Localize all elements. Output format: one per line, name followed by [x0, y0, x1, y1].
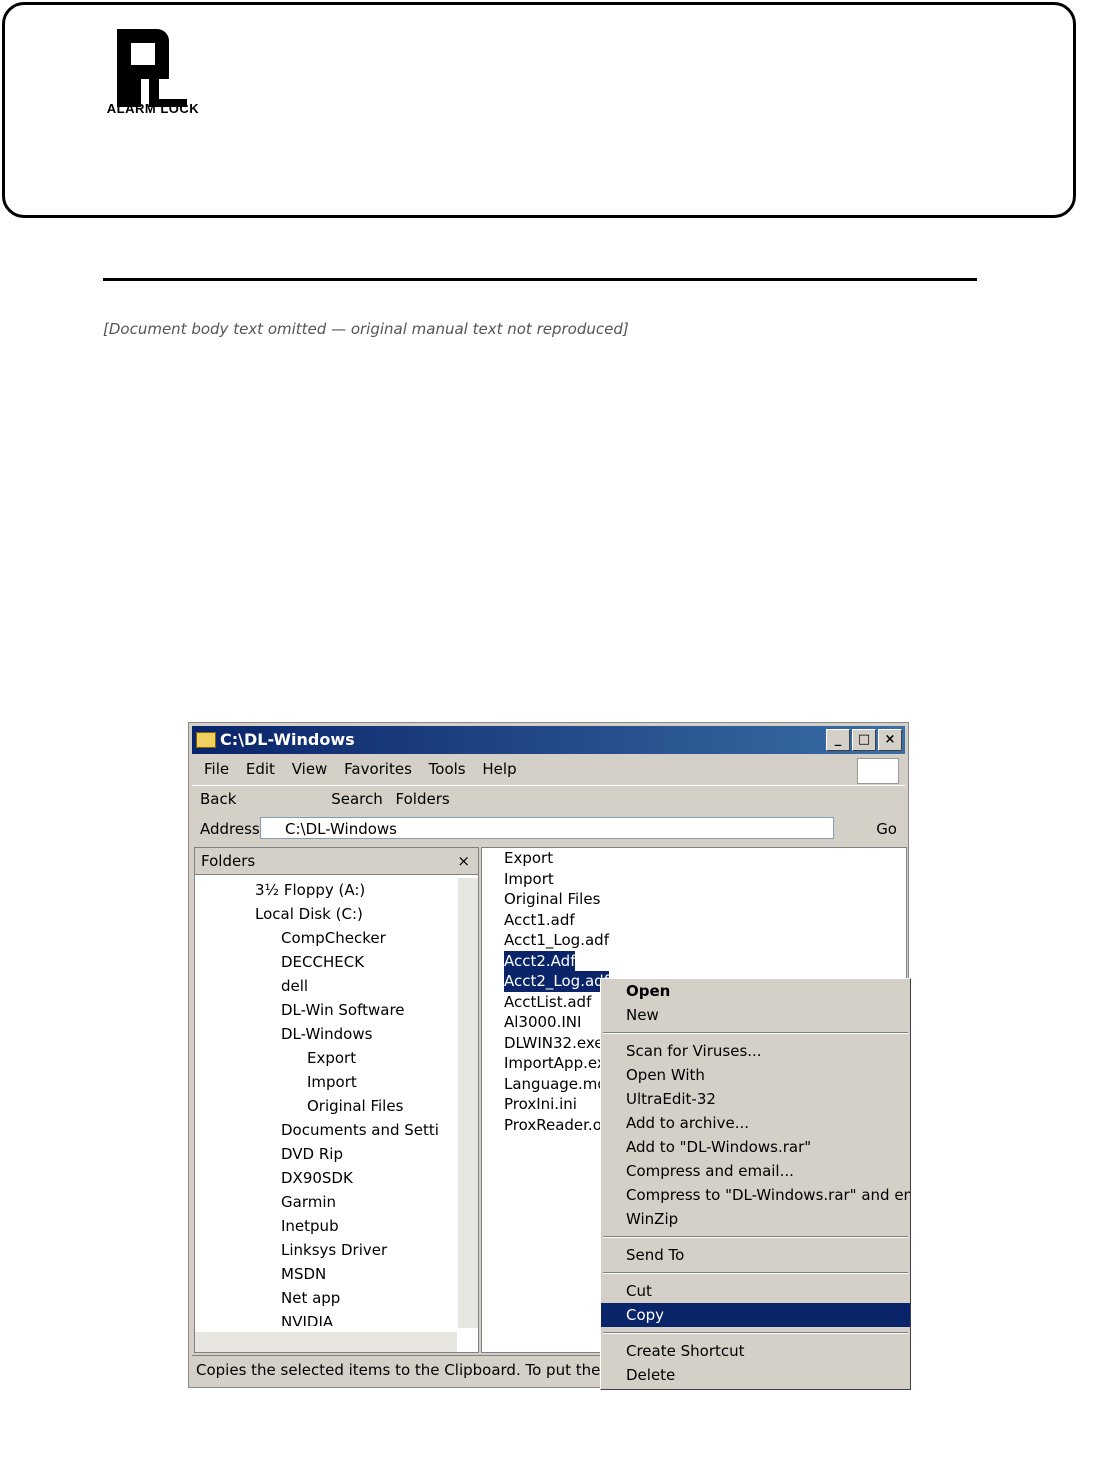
menu-item-copy[interactable]: Copy	[601, 1303, 910, 1327]
folder-tree: 3½ Floppy (A:) Local Disk (C:) CompCheck…	[195, 878, 457, 1326]
context-menu: Open New Scan for Viruses... Open With U…	[600, 978, 911, 1390]
menu-edit[interactable]: Edit	[246, 760, 275, 778]
menu-item-open[interactable]: Open	[601, 979, 910, 1003]
tree-item[interactable]: Export	[195, 1046, 457, 1070]
list-item[interactable]: Acct1_Log.adf	[482, 930, 906, 951]
tree-item[interactable]: dell	[195, 974, 457, 998]
menu-item-create-shortcut[interactable]: Create Shortcut	[601, 1339, 910, 1363]
close-button[interactable]: ×	[878, 729, 902, 751]
tree-item[interactable]: DVD Rip	[195, 1142, 457, 1166]
maximize-button[interactable]: □	[852, 729, 876, 751]
vertical-scrollbar[interactable]	[458, 878, 478, 1328]
menu-item-add-archive[interactable]: Add to archive...	[601, 1111, 910, 1135]
windows-logo-icon	[857, 758, 899, 784]
address-label: Address	[200, 820, 260, 838]
tree-item[interactable]: 3½ Floppy (A:)	[195, 878, 457, 902]
tree-item[interactable]: DL-Win Software	[195, 998, 457, 1022]
menu-item-send-to[interactable]: Send To	[601, 1243, 910, 1267]
address-input[interactable]: C:\DL-Windows	[260, 817, 834, 839]
menu-separator	[603, 1236, 908, 1238]
list-item-selected[interactable]: Acct2.Adf	[482, 950, 906, 971]
menu-file[interactable]: File	[204, 760, 229, 778]
menu-bar: File Edit View Favorites Tools Help	[192, 756, 905, 784]
horizontal-scrollbar[interactable]	[195, 1332, 457, 1352]
window-title: C:\DL-Windows	[220, 730, 355, 749]
menu-favorites[interactable]: Favorites	[344, 760, 412, 778]
logo-wordmark: ALARM LOCK	[106, 101, 200, 116]
tree-item[interactable]: Import	[195, 1070, 457, 1094]
menu-item-compress-rar-email[interactable]: Compress to "DL-Windows.rar" and ema	[601, 1183, 910, 1207]
menu-item-compress-email[interactable]: Compress and email...	[601, 1159, 910, 1183]
list-item[interactable]: Export	[482, 848, 906, 869]
tree-item[interactable]: Linksys Driver	[195, 1238, 457, 1262]
back-button[interactable]: Back	[200, 790, 236, 808]
folders-pane: Folders × 3½ Floppy (A:) Local Disk (C:) …	[194, 847, 479, 1353]
menu-view[interactable]: View	[292, 760, 328, 778]
close-icon[interactable]: ×	[457, 848, 470, 874]
list-item[interactable]: Import	[482, 869, 906, 890]
document-text-placeholder: [Document body text omitted — original m…	[103, 320, 629, 338]
menu-item-delete[interactable]: Delete	[601, 1363, 910, 1387]
tree-item[interactable]: CompChecker	[195, 926, 457, 950]
menu-help[interactable]: Help	[482, 760, 516, 778]
address-bar: Address C:\DL-Windows Go	[192, 815, 905, 843]
folders-pane-title: Folders	[201, 852, 256, 870]
menu-item-open-with[interactable]: Open With	[601, 1063, 910, 1087]
tree-item[interactable]: MSDN	[195, 1262, 457, 1286]
folders-button[interactable]: Folders	[396, 790, 450, 808]
menu-item-winzip[interactable]: WinZip	[601, 1207, 910, 1231]
tree-item[interactable]: NVIDIA	[195, 1310, 457, 1326]
tree-item[interactable]: DX90SDK	[195, 1166, 457, 1190]
header-box: ALARM LOCK	[2, 2, 1076, 218]
tree-item[interactable]: DL-Windows	[195, 1022, 457, 1046]
menu-item-scan[interactable]: Scan for Viruses...	[601, 1039, 910, 1063]
menu-item-add-rar[interactable]: Add to "DL-Windows.rar"	[601, 1135, 910, 1159]
title-bar[interactable]: C:\DL-Windows _ □ ×	[192, 726, 905, 754]
tree-item[interactable]: Net app	[195, 1286, 457, 1310]
search-button[interactable]: Search	[331, 790, 383, 808]
tree-item[interactable]: Local Disk (C:)	[195, 902, 457, 926]
menu-separator	[603, 1332, 908, 1334]
tree-item[interactable]: DECCHECK	[195, 950, 457, 974]
tree-item[interactable]: Inetpub	[195, 1214, 457, 1238]
menu-separator	[603, 1032, 908, 1034]
tree-item[interactable]: Original Files	[195, 1094, 457, 1118]
menu-item-new[interactable]: New	[601, 1003, 910, 1027]
minimize-button[interactable]: _	[826, 729, 850, 751]
toolbar: Back Search Folders	[192, 785, 905, 812]
menu-item-ultraedit[interactable]: UltraEdit-32	[601, 1087, 910, 1111]
list-item[interactable]: Acct1.adf	[482, 910, 906, 931]
menu-item-cut[interactable]: Cut	[601, 1279, 910, 1303]
list-item[interactable]: Original Files	[482, 889, 906, 910]
folder-icon	[196, 732, 216, 748]
menu-tools[interactable]: Tools	[429, 760, 466, 778]
go-button[interactable]: Go	[876, 815, 897, 843]
tree-item[interactable]: Documents and Setti	[195, 1118, 457, 1142]
tree-item[interactable]: Garmin	[195, 1190, 457, 1214]
menu-separator	[603, 1272, 908, 1274]
title-rule	[103, 278, 977, 281]
